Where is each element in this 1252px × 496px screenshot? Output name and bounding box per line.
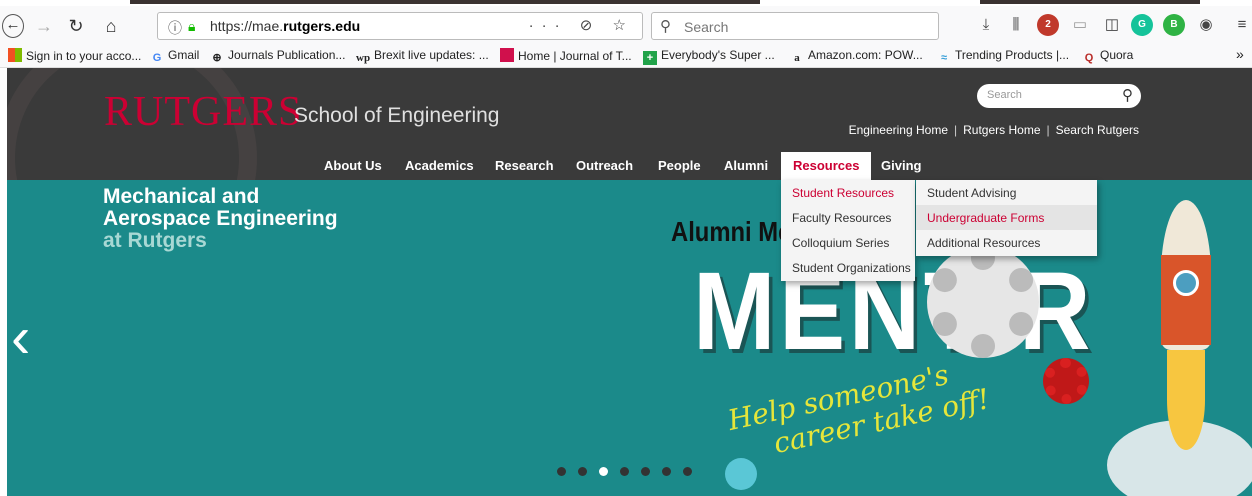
search-icon[interactable]: ⚲ xyxy=(1122,86,1133,104)
bookmark-item[interactable]: + Everybody's Super ... xyxy=(643,48,775,65)
rutgers-page: RUTGERS School of Engineering Search ⚲ E… xyxy=(7,68,1252,496)
carousel-dot[interactable] xyxy=(641,467,650,476)
ms-icon xyxy=(8,48,22,62)
bookmarks-overflow-icon[interactable]: » xyxy=(1236,46,1244,62)
department-title: Mechanical and Aerospace Engineering at … xyxy=(103,185,338,252)
sidebar-icon[interactable]: ◫ xyxy=(1101,14,1123,36)
nav-about-us[interactable]: About Us xyxy=(324,158,382,173)
bookmark-item[interactable]: ≈ Trending Products |... xyxy=(937,48,1069,65)
forward-icon[interactable]: → xyxy=(34,14,54,38)
bookmark-item[interactable]: wp Brexit live updates: ... xyxy=(356,48,489,65)
trend-icon: ≈ xyxy=(940,52,948,64)
bookmark-item[interactable]: G Gmail xyxy=(150,48,200,65)
carousel-dot-active[interactable] xyxy=(599,467,608,476)
bookmark-item[interactable]: a Amazon.com: POW... xyxy=(790,48,922,65)
menu-additional-resources[interactable]: Additional Resources xyxy=(916,230,1097,255)
bookmark-item[interactable]: Home | Journal of T... xyxy=(500,48,632,63)
browser-search-bar[interactable]: ⚲ Search xyxy=(651,12,939,40)
library-icon[interactable]: ⫼ xyxy=(1005,14,1027,36)
school-name[interactable]: School of Engineering xyxy=(294,104,499,128)
gear-icon xyxy=(927,246,1039,358)
carousel-prev-icon[interactable]: ‹ xyxy=(11,304,30,371)
engineering-home-link[interactable]: Engineering Home xyxy=(849,123,948,137)
bookmarks-bar: Sign in to your acco... G Gmail ⊕ Journals… xyxy=(0,44,1252,68)
bookmark-item[interactable]: Q Quora xyxy=(1082,48,1134,65)
menu-student-resources[interactable]: Student Resources xyxy=(781,180,915,205)
search-placeholder: Search xyxy=(684,19,729,35)
menu-faculty-resources[interactable]: Faculty Resources xyxy=(781,205,915,230)
info-icon[interactable]: ⓘ xyxy=(168,18,182,38)
nav-research[interactable]: Research xyxy=(495,158,554,173)
home-icon[interactable]: ⌂ xyxy=(100,14,122,38)
small-gear-icon xyxy=(1043,358,1089,404)
decorative-bubble xyxy=(725,458,757,490)
quora-icon: Q xyxy=(1084,52,1094,64)
menu-undergraduate-forms[interactable]: Undergraduate Forms xyxy=(916,205,1097,230)
menu-colloquium-series[interactable]: Colloquium Series xyxy=(781,230,915,255)
carousel-dot[interactable] xyxy=(578,467,587,476)
search-icon: ⚲ xyxy=(660,18,671,35)
account-icon[interactable]: ◉ xyxy=(1195,14,1217,36)
rocket-illustration xyxy=(1147,200,1225,450)
banner-heading: Alumni Me xyxy=(671,216,792,247)
google-icon: G xyxy=(152,52,162,64)
nav-alumni[interactable]: Alumni xyxy=(724,158,768,173)
carousel-dot[interactable] xyxy=(557,467,566,476)
nav-people[interactable]: People xyxy=(658,158,701,173)
carousel-dot[interactable] xyxy=(620,467,629,476)
site-search-placeholder: Search xyxy=(987,89,1022,101)
extension-b-icon[interactable]: B xyxy=(1163,14,1185,36)
page-actions-icons[interactable]: ··· ⊘ ☆ xyxy=(529,16,634,34)
student-resources-submenu: Student Advising Undergraduate Forms Add… xyxy=(916,180,1097,256)
carousel-dot[interactable] xyxy=(683,467,692,476)
address-bar[interactable]: ⓘ 🔒︎ https://mae.rutgers.edu ··· ⊘ ☆ xyxy=(157,12,643,40)
adblock-icon[interactable]: 2 xyxy=(1037,14,1059,36)
grammarly-icon[interactable]: G xyxy=(1131,14,1153,36)
search-rutgers-link[interactable]: Search Rutgers xyxy=(1056,123,1139,137)
back-icon[interactable]: ← xyxy=(2,14,24,38)
green-plus-icon: + xyxy=(643,51,657,65)
download-icon[interactable]: ⤓ xyxy=(975,14,997,36)
amazon-icon: a xyxy=(794,52,800,64)
wp-icon: wp xyxy=(356,52,371,64)
site-search-input[interactable]: Search ⚲ xyxy=(977,84,1141,108)
menu-student-organizations[interactable]: Student Organizations xyxy=(781,255,915,280)
bookmark-item[interactable]: Sign in to your acco... xyxy=(8,48,141,63)
carousel-dot[interactable] xyxy=(662,467,671,476)
menu-icon[interactable]: ≡ xyxy=(1231,14,1252,36)
nav-giving[interactable]: Giving xyxy=(881,158,921,173)
reload-icon[interactable]: ↻ xyxy=(66,14,86,38)
rutgers-logo[interactable]: RUTGERS xyxy=(104,88,302,136)
browser-toolbar: ← → ↻ ⌂ ⓘ 🔒︎ https://mae.rutgers.edu ···… xyxy=(0,6,1252,44)
bookmark-item[interactable]: ⊕ Journals Publication... xyxy=(210,48,345,65)
utility-links: Engineering Home | Rutgers Home | Search Rut… xyxy=(848,123,1139,137)
red-square-icon xyxy=(500,48,514,62)
nav-academics[interactable]: Academics xyxy=(405,158,474,173)
site-header: RUTGERS School of Engineering Search ⚲ E… xyxy=(7,68,1252,180)
reader-icon[interactable]: ▭ xyxy=(1069,14,1091,36)
lock-icon[interactable]: 🔒︎ xyxy=(188,18,195,35)
url-text: https://mae.rutgers.edu xyxy=(210,18,361,34)
rutgers-home-link[interactable]: Rutgers Home xyxy=(963,123,1040,137)
nav-resources[interactable]: Resources xyxy=(781,152,872,180)
nav-outreach[interactable]: Outreach xyxy=(576,158,633,173)
resources-dropdown: Student Resources Faculty Resources Coll… xyxy=(781,180,915,281)
menu-student-advising[interactable]: Student Advising xyxy=(916,180,1097,205)
globe-icon: ⊕ xyxy=(212,52,222,64)
